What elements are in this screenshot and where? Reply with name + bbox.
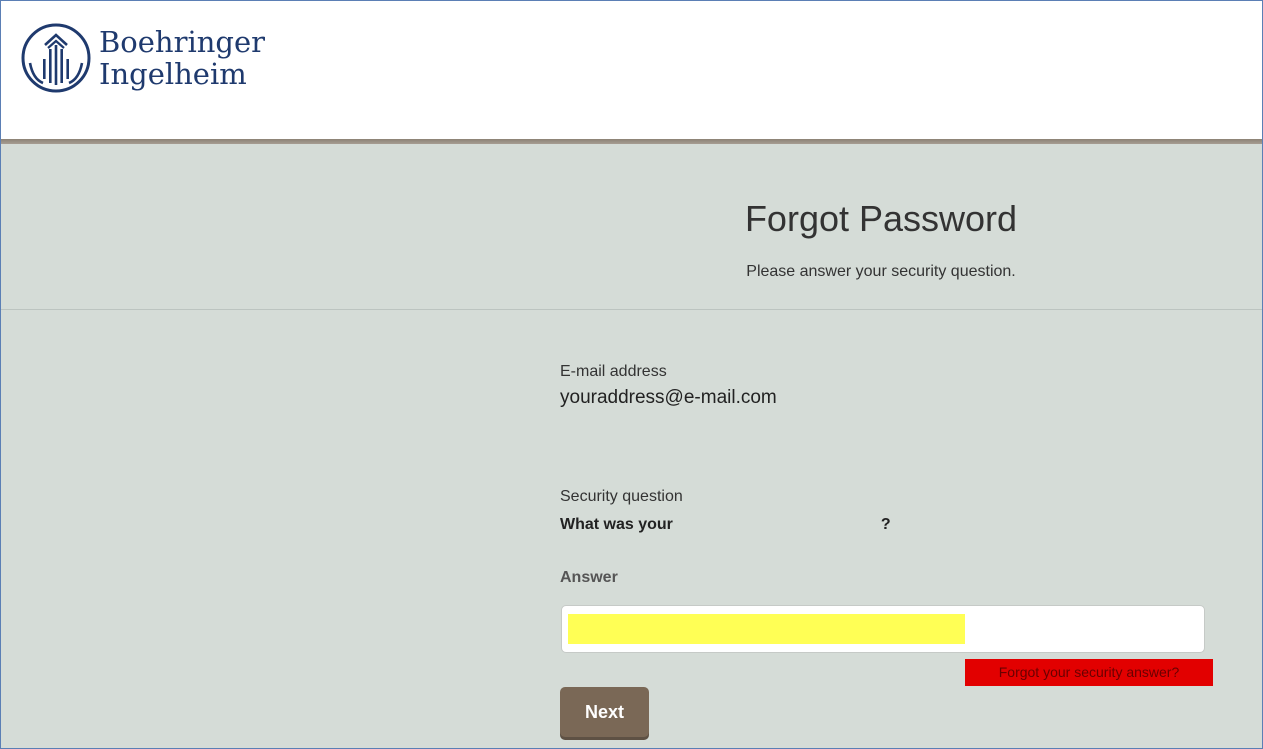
brand-name-line2: Ingelheim: [99, 57, 247, 91]
email-label: E-mail address: [560, 363, 667, 380]
security-question-form: E-mail address youraddress@e-mail.com Se…: [560, 363, 1220, 737]
forgot-security-answer-link[interactable]: Forgot your security answer?: [965, 659, 1213, 686]
browser-frame: Boehringer Ingelheim Forgot Password Ple…: [0, 0, 1263, 749]
answer-highlight: [568, 614, 965, 644]
redacted-question-area: [676, 516, 877, 534]
answer-label: Answer: [560, 569, 618, 586]
brand-name-line1: Boehringer: [99, 25, 266, 59]
header-rule: [1, 139, 1262, 144]
security-question-suffix: ?: [880, 516, 891, 533]
boehringer-logo-icon: [21, 23, 91, 93]
section-divider: [1, 309, 1262, 310]
email-value: youraddress@e-mail.com: [560, 387, 777, 408]
answer-input[interactable]: [561, 605, 1205, 653]
next-button[interactable]: Next: [560, 687, 649, 737]
security-question-prefix: What was your: [560, 516, 673, 533]
page-subtitle: Please answer your security question.: [746, 263, 1016, 280]
header: Boehringer Ingelheim: [1, 1, 1262, 139]
page-title: Forgot Password: [744, 198, 1018, 239]
title-section: Forgot Password Please answer your secur…: [561, 197, 1201, 281]
security-question-label: Security question: [560, 488, 683, 505]
brand-name: Boehringer Ingelheim: [99, 26, 265, 90]
security-question-text: What was your ?: [560, 516, 891, 534]
brand-logo[interactable]: Boehringer Ingelheim: [19, 21, 265, 95]
